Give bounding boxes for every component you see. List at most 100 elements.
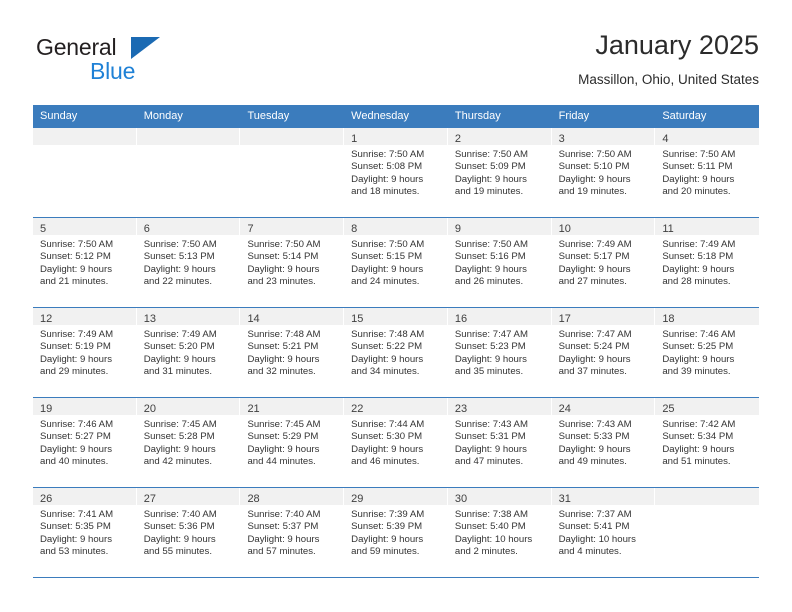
day-detail-line: Sunrise: 7:37 AM (558, 509, 632, 520)
day-detail-line: Sunset: 5:19 PM (40, 341, 111, 353)
day-detail-line: Sunrise: 7:50 AM (662, 149, 736, 160)
week-row: 19 Sunrise: 7:46 AM Sunset: 5:27 PM Dayligh… (33, 398, 760, 488)
calendar-day-cell[interactable]: 13 Sunrise: 7:49 AM Sunset: 5:20 PM Dayligh… (136, 308, 241, 397)
day-detail-line: and 20 minutes. (662, 186, 731, 198)
day-detail-line: and 46 minutes. (351, 456, 420, 468)
day-detail-line: Sunrise: 7:38 AM (454, 509, 528, 520)
day-detail-line: Sunrise: 7:39 AM (351, 509, 425, 520)
calendar-day-cell[interactable]: 31 Sunrise: 7:37 AM Sunset: 5:41 PM Dayligh… (551, 488, 656, 577)
day-number: 25 (662, 403, 675, 415)
day-details: Sunrise: 7:50 AM Sunset: 5:11 PM Daylight:… (655, 145, 759, 199)
day-detail-line: and 26 minutes. (454, 276, 524, 288)
calendar-day-cell[interactable]: 2 Sunrise: 7:50 AM Sunset: 5:09 PM Daylight… (447, 128, 552, 217)
day-detail-line: Sunset: 5:08 PM (351, 161, 423, 173)
day-number: 26 (40, 493, 53, 505)
calendar-day-cell[interactable]: 5 Sunrise: 7:50 AM Sunset: 5:12 PM Daylight… (33, 218, 137, 307)
day-details: Sunrise: 7:48 AM Sunset: 5:21 PM Daylight:… (240, 325, 344, 379)
day-detail-line: Sunset: 5:33 PM (558, 431, 630, 443)
day-detail-line: Sunrise: 7:45 AM (143, 419, 217, 430)
weekday-header-saturday: Saturday (662, 110, 707, 122)
calendar-day-cell[interactable]: 20 Sunrise: 7:45 AM Sunset: 5:28 PM Dayligh… (136, 398, 241, 487)
day-number-strip (655, 488, 760, 505)
day-detail-line: and 59 minutes. (351, 546, 420, 558)
day-detail-line: Sunset: 5:39 PM (351, 521, 423, 533)
day-detail-line: Sunset: 5:23 PM (454, 341, 526, 353)
day-details: Sunrise: 7:49 AM Sunset: 5:19 PM Daylight:… (33, 325, 137, 379)
calendar-day-cell[interactable]: 7 Sunrise: 7:50 AM Sunset: 5:14 PM Daylight… (240, 218, 345, 307)
calendar-day-cell[interactable]: 19 Sunrise: 7:46 AM Sunset: 5:27 PM Dayligh… (33, 398, 137, 487)
day-number-strip: 20 (136, 398, 241, 415)
day-number-strip: 21 (240, 398, 345, 415)
calendar-day-cell[interactable]: 4 Sunrise: 7:50 AM Sunset: 5:11 PM Daylight… (655, 128, 760, 217)
title-block: January 2025 Massillon, Ohio, United Sta… (578, 28, 759, 90)
calendar-day-cell[interactable]: 6 Sunrise: 7:50 AM Sunset: 5:13 PM Daylight… (136, 218, 241, 307)
calendar-day-cell[interactable]: 12 Sunrise: 7:49 AM Sunset: 5:19 PM Dayligh… (33, 308, 137, 397)
day-details: Sunrise: 7:50 AM Sunset: 5:16 PM Daylight:… (448, 235, 552, 289)
day-number-strip: 26 (33, 488, 137, 505)
calendar-day-cell[interactable]: 23 Sunrise: 7:43 AM Sunset: 5:31 PM Dayligh… (447, 398, 552, 487)
day-number: 5 (40, 223, 47, 235)
day-detail-line: Daylight: 9 hours (40, 263, 112, 275)
calendar-day-cell[interactable]: 9 Sunrise: 7:50 AM Sunset: 5:16 PM Daylight… (447, 218, 552, 307)
week-row: 12 Sunrise: 7:49 AM Sunset: 5:19 PM Dayligh… (33, 308, 760, 398)
logo-text-blue: Blue (90, 58, 136, 84)
day-number-strip: 31 (551, 488, 656, 505)
day-number: 21 (247, 403, 260, 415)
day-detail-line: Sunrise: 7:48 AM (351, 329, 425, 340)
day-detail-line: Daylight: 9 hours (247, 353, 320, 365)
generalblue-logo[interactable]: General Blue (33, 34, 263, 92)
week-row: 5 Sunrise: 7:50 AM Sunset: 5:12 PM Daylight… (33, 218, 760, 308)
weekday-header-thursday: Thursday (454, 110, 501, 122)
day-number-strip: 29 (344, 488, 448, 505)
logo-text-general: General (36, 34, 117, 60)
calendar-day-cell[interactable]: 8 Sunrise: 7:50 AM Sunset: 5:15 PM Daylight… (344, 218, 448, 307)
day-details: Sunrise: 7:37 AM Sunset: 5:41 PM Daylight:… (552, 505, 656, 559)
day-detail-line: Sunset: 5:22 PM (351, 341, 423, 353)
day-details: Sunrise: 7:47 AM Sunset: 5:23 PM Daylight:… (448, 325, 552, 379)
calendar-day-cell[interactable]: 10 Sunrise: 7:49 AM Sunset: 5:17 PM Dayligh… (551, 218, 656, 307)
day-number: 31 (558, 493, 571, 505)
day-number: 23 (454, 403, 468, 415)
day-number-strip: 19 (33, 398, 137, 415)
calendar-day-cell[interactable]: 25 Sunrise: 7:42 AM Sunset: 5:34 PM Dayligh… (655, 398, 760, 487)
day-detail-line: Sunrise: 7:46 AM (662, 329, 736, 340)
calendar-day-cell[interactable]: 27 Sunrise: 7:40 AM Sunset: 5:36 PM Dayligh… (136, 488, 241, 577)
calendar-day-cell[interactable]: 29 Sunrise: 7:39 AM Sunset: 5:39 PM Dayligh… (344, 488, 448, 577)
day-details: Sunrise: 7:49 AM Sunset: 5:17 PM Daylight:… (552, 235, 656, 289)
calendar-body: 1 Sunrise: 7:50 AM Sunset: 5:08 PM Daylight… (33, 128, 760, 578)
day-number: 17 (558, 313, 571, 325)
calendar-day-cell[interactable]: 30 Sunrise: 7:38 AM Sunset: 5:40 PM Dayligh… (447, 488, 552, 577)
day-number: 27 (143, 493, 156, 505)
day-detail-line: and 19 minutes. (454, 186, 524, 198)
day-detail-line: Sunset: 5:15 PM (351, 251, 423, 263)
calendar-day-cell[interactable]: 14 Sunrise: 7:48 AM Sunset: 5:21 PM Dayligh… (240, 308, 345, 397)
calendar-day-cell[interactable]: 26 Sunrise: 7:41 AM Sunset: 5:35 PM Dayligh… (33, 488, 137, 577)
calendar-day-cell[interactable]: 22 Sunrise: 7:44 AM Sunset: 5:30 PM Dayligh… (344, 398, 448, 487)
day-detail-line: and 34 minutes. (351, 366, 420, 378)
calendar-day-cell[interactable]: 24 Sunrise: 7:43 AM Sunset: 5:33 PM Dayligh… (551, 398, 656, 487)
day-detail-line: and 32 minutes. (247, 366, 316, 378)
calendar-day-cell[interactable]: 16 Sunrise: 7:47 AM Sunset: 5:23 PM Dayligh… (447, 308, 552, 397)
calendar-day-cell[interactable]: 21 Sunrise: 7:45 AM Sunset: 5:29 PM Dayligh… (240, 398, 345, 487)
day-detail-line: Sunset: 5:40 PM (454, 521, 526, 533)
day-detail-line: and 27 minutes. (558, 276, 627, 288)
day-number: 3 (558, 133, 565, 145)
day-detail-line: Daylight: 9 hours (662, 353, 735, 365)
calendar-day-cell[interactable]: 15 Sunrise: 7:48 AM Sunset: 5:22 PM Dayligh… (344, 308, 448, 397)
calendar-day-cell[interactable]: 18 Sunrise: 7:46 AM Sunset: 5:25 PM Dayligh… (655, 308, 760, 397)
day-details: Sunrise: 7:44 AM Sunset: 5:30 PM Daylight:… (344, 415, 448, 469)
day-number-strip (33, 128, 137, 145)
calendar-day-cell[interactable]: 3 Sunrise: 7:50 AM Sunset: 5:10 PM Daylight… (551, 128, 656, 217)
day-number-strip: 25 (655, 398, 760, 415)
day-detail-line: Sunrise: 7:50 AM (247, 239, 321, 250)
calendar-day-cell[interactable]: 28 Sunrise: 7:40 AM Sunset: 5:37 PM Dayligh… (240, 488, 345, 577)
day-details: Sunrise: 7:48 AM Sunset: 5:22 PM Daylight:… (344, 325, 448, 379)
day-number-strip: 12 (33, 308, 137, 325)
day-details: Sunrise: 7:50 AM Sunset: 5:13 PM Daylight:… (137, 235, 241, 289)
calendar-day-cell[interactable]: 11 Sunrise: 7:49 AM Sunset: 5:18 PM Dayligh… (655, 218, 760, 307)
day-detail-line: Daylight: 9 hours (454, 263, 527, 275)
calendar-day-cell[interactable]: 1 Sunrise: 7:50 AM Sunset: 5:08 PM Daylight… (344, 128, 448, 217)
day-details: Sunrise: 7:39 AM Sunset: 5:39 PM Daylight:… (344, 505, 448, 559)
calendar-day-cell[interactable]: 17 Sunrise: 7:47 AM Sunset: 5:24 PM Dayligh… (551, 308, 656, 397)
logo-triangle-icon (131, 37, 160, 59)
